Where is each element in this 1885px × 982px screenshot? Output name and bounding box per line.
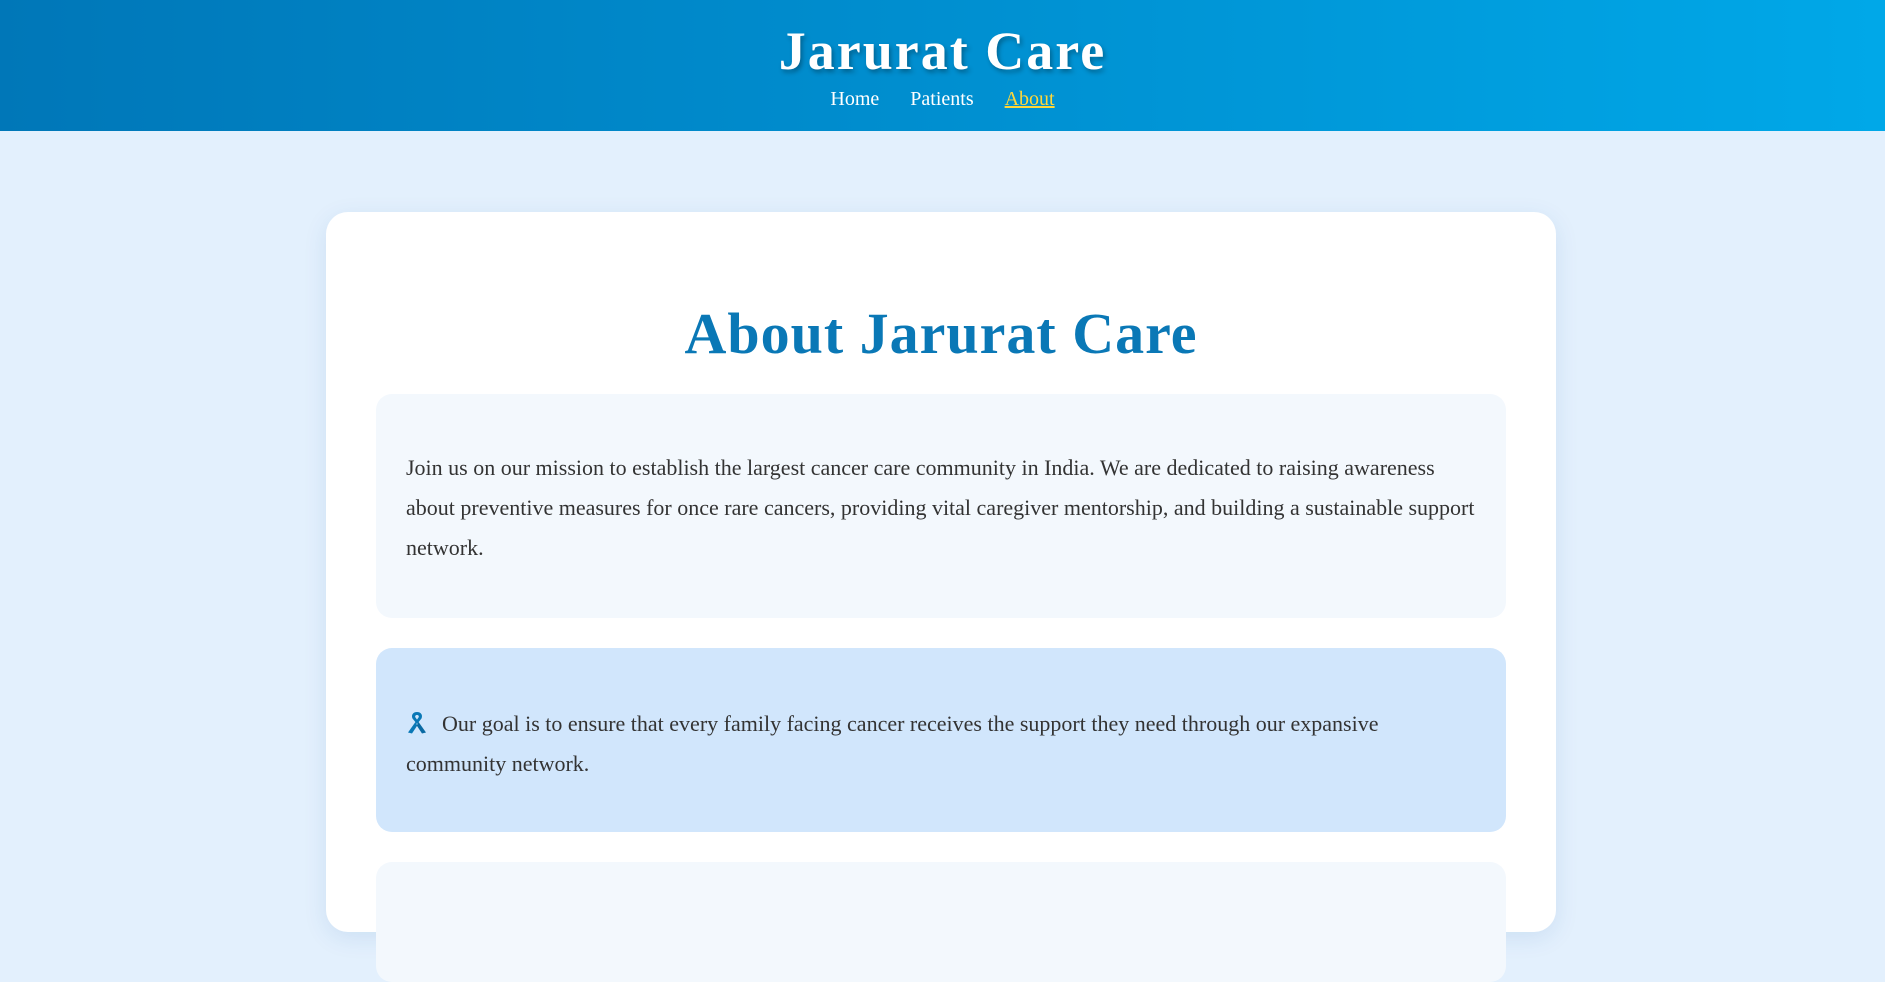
main-nav: Home Patients About [0,87,1885,111]
site-header: Jarurat Care Home Patients About [0,0,1885,131]
goal-text: Our goal is to ensure that every family … [406,711,1379,776]
site-title: Jarurat Care [778,21,1107,81]
mission-panel: Join us on our mission to establish the … [376,394,1506,618]
mission-text: Join us on our mission to establish the … [406,455,1475,560]
nav-link-about[interactable]: About [1005,88,1055,110]
info-panel [376,862,1506,982]
goal-panel: Our goal is to ensure that every family … [376,648,1506,832]
nav-link-patients[interactable]: Patients [910,88,973,110]
page-title: About Jarurat Care [684,301,1198,366]
content-card: About Jarurat Care Join us on our missio… [326,212,1556,982]
ribbon-icon [408,712,426,734]
nav-link-home[interactable]: Home [830,88,879,110]
